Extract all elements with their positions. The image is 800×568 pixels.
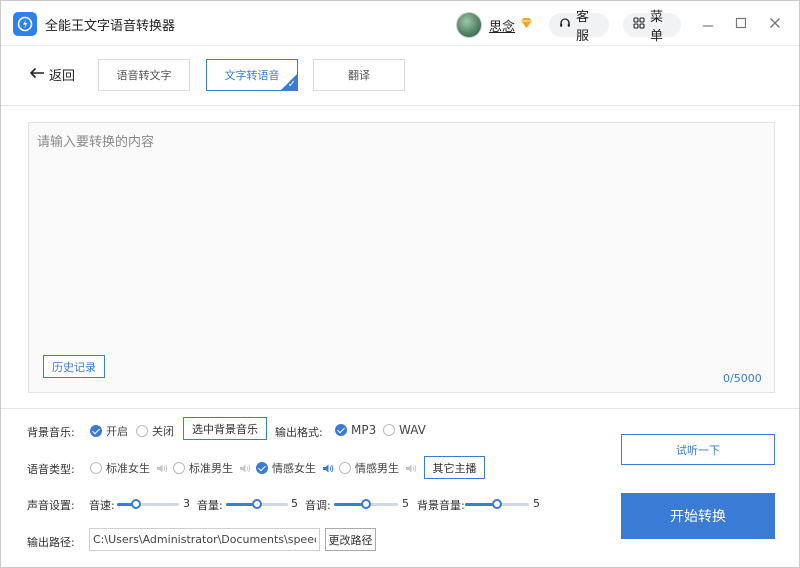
title-bar: 全能王文字语音转换器 思念 客服 菜单 <box>1 1 799 46</box>
radio-unchecked-icon <box>136 425 148 437</box>
radio-checked-icon <box>256 462 268 474</box>
tab-text-to-speech[interactable]: 文字转语音 ✓ <box>206 59 298 91</box>
format-mp3-radio[interactable]: MP3 <box>335 423 376 437</box>
voice-emotional-female-radio[interactable]: 情感女生 <box>256 460 334 476</box>
radio-checked-icon <box>90 425 102 437</box>
nav-divider <box>1 105 799 106</box>
headset-icon <box>559 17 571 33</box>
voice-emotional-male-radio[interactable]: 情感男生 <box>339 460 417 476</box>
voice-type-label: 语音类型: <box>27 463 75 476</box>
tab-translate[interactable]: 翻译 <box>313 59 405 91</box>
check-icon: ✓ <box>287 79 296 90</box>
speed-label: 音速: <box>89 499 115 512</box>
speaker-icon[interactable] <box>156 463 168 474</box>
slider-knob[interactable] <box>361 499 371 509</box>
radio-label: WAV <box>399 423 426 437</box>
tab-speech-to-text[interactable]: 语音转文字 <box>98 59 190 91</box>
bg-volume-slider[interactable] <box>465 498 529 510</box>
radio-unchecked-icon <box>339 462 351 474</box>
menu-label: 菜单 <box>650 10 664 44</box>
bg-music-off-radio[interactable]: 关闭 <box>136 423 174 439</box>
app-title: 全能王文字语音转换器 <box>45 19 176 34</box>
minimize-icon[interactable] <box>700 15 716 31</box>
vip-diamond-icon <box>520 17 533 32</box>
volume-value: 5 <box>291 497 298 510</box>
radio-unchecked-icon <box>383 424 395 436</box>
text-input[interactable] <box>29 123 774 392</box>
bg-volume-value: 5 <box>533 497 540 510</box>
radio-checked-icon <box>335 424 347 436</box>
pitch-slider[interactable] <box>334 498 398 510</box>
speaker-icon[interactable] <box>239 463 251 474</box>
bg-music-label: 背景音乐: <box>27 426 75 439</box>
service-label: 客服 <box>576 10 590 44</box>
radio-label: 标准女生 <box>106 462 150 475</box>
radio-label: MP3 <box>351 423 377 437</box>
app-logo-icon <box>13 12 37 36</box>
radio-label: 标准男生 <box>189 462 233 475</box>
other-voices-button[interactable]: 其它主播 <box>424 456 485 479</box>
settings-divider <box>1 408 799 409</box>
output-path-label: 输出路径: <box>27 536 75 549</box>
choose-bg-music-button[interactable]: 选中背景音乐 <box>183 417 267 440</box>
speed-value: 3 <box>183 497 190 510</box>
output-path-field[interactable] <box>89 528 320 551</box>
customer-service-button[interactable]: 客服 <box>549 10 609 44</box>
preview-listen-button[interactable]: 试听一下 <box>621 434 775 465</box>
close-icon[interactable] <box>767 15 783 31</box>
arrow-left-icon <box>29 67 45 83</box>
back-label: 返回 <box>49 69 76 84</box>
avatar[interactable] <box>456 12 482 38</box>
start-convert-button[interactable]: 开始转换 <box>621 493 775 539</box>
speaker-icon[interactable] <box>405 463 417 474</box>
speaker-icon[interactable] <box>322 463 334 474</box>
tab-label: 语音转文字 <box>116 69 172 82</box>
back-button[interactable]: 返回 <box>29 65 75 84</box>
pitch-label: 音调: <box>305 499 331 512</box>
tab-label: 翻译 <box>348 69 370 82</box>
slider-knob[interactable] <box>131 499 141 509</box>
volume-label: 音量: <box>197 499 223 512</box>
maximize-icon[interactable] <box>733 15 749 31</box>
radio-label: 开启 <box>106 425 128 438</box>
sound-settings-label: 声音设置: <box>27 499 75 512</box>
history-button[interactable]: 历史记录 <box>43 355 105 378</box>
bg-volume-label: 背景音量: <box>417 499 465 512</box>
change-path-button[interactable]: 更改路径 <box>325 528 376 551</box>
bg-music-on-radio[interactable]: 开启 <box>90 423 128 439</box>
app-window: 全能王文字语音转换器 思念 客服 菜单 返回 语音转文字 文字转语音 ✓ 翻译 … <box>0 0 800 568</box>
radio-unchecked-icon <box>90 462 102 474</box>
menu-button[interactable]: 菜单 <box>623 10 681 44</box>
output-format-label: 输出格式: <box>275 426 323 439</box>
volume-slider[interactable] <box>226 498 288 510</box>
radio-label: 情感男生 <box>355 462 399 475</box>
user-name[interactable]: 思念 <box>489 16 515 35</box>
slider-knob[interactable] <box>492 499 502 509</box>
slider-knob[interactable] <box>252 499 262 509</box>
radio-unchecked-icon <box>173 462 185 474</box>
char-count: 0/5000 <box>723 372 762 385</box>
speed-slider[interactable] <box>117 498 179 510</box>
grid-icon <box>633 17 645 33</box>
radio-label: 关闭 <box>152 425 174 438</box>
format-wav-radio[interactable]: WAV <box>383 423 426 437</box>
tab-label: 文字转语音 <box>224 69 280 82</box>
text-editor-area <box>28 122 775 393</box>
pitch-value: 5 <box>402 497 409 510</box>
voice-standard-male-radio[interactable]: 标准男生 <box>173 460 251 476</box>
voice-standard-female-radio[interactable]: 标准女生 <box>90 460 168 476</box>
radio-label: 情感女生 <box>272 462 316 475</box>
